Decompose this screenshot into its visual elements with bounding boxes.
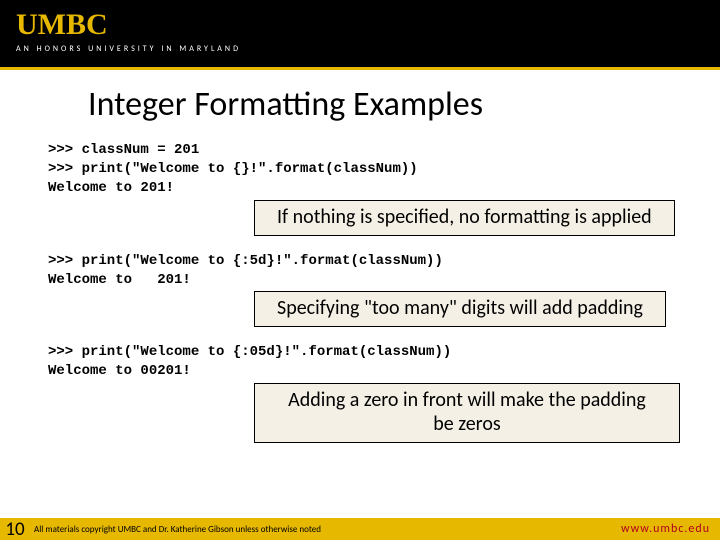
footer-url: www.umbc.edu — [621, 522, 720, 536]
note-box-1: If nothing is specified, no formatting i… — [254, 200, 675, 236]
note-wrap-2: Specifying "too many" digits will add pa… — [254, 291, 680, 327]
code-example-3: >>> print("Welcome to {:05d}!".format(cl… — [48, 343, 680, 381]
code-example-1: >>> classNum = 201 >>> print("Welcome to… — [48, 141, 680, 198]
slide-title: Integer Formatting Examples — [88, 84, 680, 125]
slide-footer: 10 All materials copyright UMBC and Dr. … — [0, 518, 720, 540]
copyright-text: All materials copyright UMBC and Dr. Kat… — [30, 524, 621, 535]
university-tagline: AN HONORS UNIVERSITY IN MARYLAND — [16, 44, 720, 54]
slide-content: Integer Formatting Examples >>> classNum… — [0, 70, 720, 443]
slide-number: 10 — [0, 518, 30, 541]
logo-block: UMBC AN HONORS UNIVERSITY IN MARYLAND — [0, 0, 720, 54]
code-example-2: >>> print("Welcome to {:5d}!".format(cla… — [48, 252, 680, 290]
slide-header: UMBC AN HONORS UNIVERSITY IN MARYLAND — [0, 0, 720, 70]
note-box-2: Specifying "too many" digits will add pa… — [254, 291, 666, 327]
university-logo: UMBC — [16, 12, 720, 38]
note-wrap-3: Adding a zero in front will make the pad… — [254, 383, 680, 443]
note-box-3: Adding a zero in front will make the pad… — [254, 383, 680, 443]
header-accent-bar — [0, 67, 720, 70]
note-wrap-1: If nothing is specified, no formatting i… — [254, 200, 680, 236]
